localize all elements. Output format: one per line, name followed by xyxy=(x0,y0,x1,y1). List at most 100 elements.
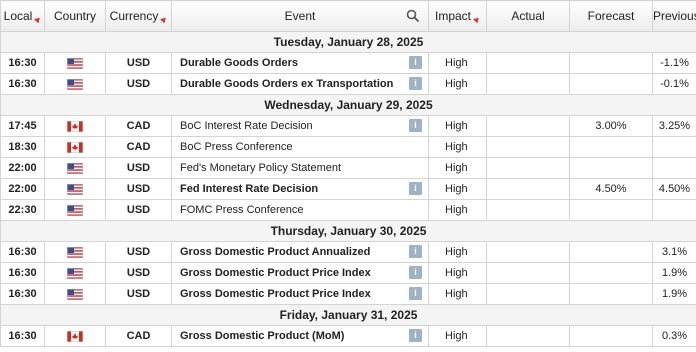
event-row[interactable]: 16:30 CAD Gross Domestic Product (MoM) i Hig… xyxy=(0,325,696,347)
event-name[interactable]: Gross Domestic Product (MoM) xyxy=(180,330,344,342)
search-icon[interactable] xyxy=(406,9,420,23)
event-name[interactable]: BoC Press Conference xyxy=(180,141,293,153)
event-row[interactable]: 18:30 CAD BoC Press Conference High xyxy=(0,136,696,158)
previous-label: Previous xyxy=(653,9,696,23)
country-flag-cell xyxy=(44,115,106,137)
currency-cell: USD xyxy=(105,199,172,221)
event-row[interactable]: 16:30 USD Gross Domestic Product Annualize… xyxy=(0,241,696,263)
event-cell[interactable]: BoC Interest Rate Decision i xyxy=(171,115,429,137)
impact-cell: High xyxy=(428,325,487,347)
us-flag-icon xyxy=(67,246,83,258)
event-name[interactable]: FOMC Press Conference xyxy=(180,204,303,216)
country-flag-cell xyxy=(44,241,106,263)
column-header-country: Country xyxy=(44,0,106,32)
previous-cell: 3.1% xyxy=(652,241,696,263)
us-flag-icon xyxy=(67,183,83,195)
event-row[interactable]: 17:45 CAD BoC Interest Rate Decision i High 3… xyxy=(0,115,696,137)
previous-cell: 3.25% xyxy=(652,115,696,137)
us-flag-icon xyxy=(67,78,83,90)
forecast-cell xyxy=(569,241,653,263)
event-cell[interactable]: Durable Goods Orders ex Transportation i xyxy=(171,73,429,95)
info-icon[interactable]: i xyxy=(409,329,422,342)
event-cell[interactable]: Gross Domestic Product Price Index i xyxy=(171,283,429,305)
currency-cell: USD xyxy=(105,178,172,200)
info-icon[interactable]: i xyxy=(409,287,422,300)
country-label: Country xyxy=(53,9,97,23)
time-cell: 17:45 xyxy=(0,115,45,137)
actual-cell xyxy=(486,52,570,74)
forecast-cell xyxy=(569,283,653,305)
column-header-local[interactable]: Local xyxy=(0,0,45,32)
sort-icon[interactable] xyxy=(34,15,43,24)
previous-cell: 1.9% xyxy=(652,262,696,284)
event-cell[interactable]: Gross Domestic Product Annualized i xyxy=(171,241,429,263)
impact-cell: High xyxy=(428,52,487,74)
time-cell: 22:00 xyxy=(0,157,45,179)
previous-cell: 1.9% xyxy=(652,283,696,305)
event-name[interactable]: Fed's Monetary Policy Statement xyxy=(180,162,341,174)
forecast-cell xyxy=(569,73,653,95)
info-icon[interactable]: i xyxy=(409,119,422,132)
event-row[interactable]: 16:30 USD Gross Domestic Product Price Ind… xyxy=(0,283,696,305)
event-row[interactable]: 16:30 USD Durable Goods Orders ex Transpor… xyxy=(0,73,696,95)
currency-cell: USD xyxy=(105,283,172,305)
canada-flag-icon xyxy=(67,120,83,132)
forecast-cell xyxy=(569,325,653,347)
event-row[interactable]: 22:00 USD Fed Interest Rate Decision i High 4… xyxy=(0,178,696,200)
event-name[interactable]: Gross Domestic Product Annualized xyxy=(180,246,370,258)
event-name[interactable]: Durable Goods Orders ex Transportation xyxy=(180,78,393,90)
impact-cell: High xyxy=(428,262,487,284)
date-header: Friday, January 31, 2025 xyxy=(0,304,696,326)
country-flag-cell xyxy=(44,283,106,305)
event-row[interactable]: 22:00 USD Fed's Monetary Policy Statement H… xyxy=(0,157,696,179)
info-icon[interactable]: i xyxy=(409,266,422,279)
currency-cell: CAD xyxy=(105,325,172,347)
event-name[interactable]: Gross Domestic Product Price Index xyxy=(180,267,371,279)
time-cell: 16:30 xyxy=(0,73,45,95)
column-header-impact[interactable]: Impact xyxy=(428,0,487,32)
event-cell[interactable]: Fed's Monetary Policy Statement xyxy=(171,157,429,179)
country-flag-cell xyxy=(44,73,106,95)
country-flag-cell xyxy=(44,178,106,200)
event-cell[interactable]: Gross Domestic Product (MoM) i xyxy=(171,325,429,347)
event-row[interactable]: 16:30 USD Durable Goods Orders i High -1.1% xyxy=(0,52,696,74)
sort-icon[interactable] xyxy=(160,15,169,24)
forecast-cell xyxy=(569,199,653,221)
actual-cell xyxy=(486,283,570,305)
event-name[interactable]: Fed Interest Rate Decision xyxy=(180,183,318,195)
impact-cell: High xyxy=(428,283,487,305)
actual-cell xyxy=(486,157,570,179)
sort-icon[interactable] xyxy=(473,15,481,24)
previous-cell: -1.1% xyxy=(652,52,696,74)
actual-cell xyxy=(486,115,570,137)
event-name[interactable]: BoC Interest Rate Decision xyxy=(180,120,313,132)
column-header-currency[interactable]: Currency xyxy=(105,0,172,32)
time-cell: 16:30 xyxy=(0,241,45,263)
actual-cell xyxy=(486,178,570,200)
info-icon[interactable]: i xyxy=(409,56,422,69)
event-row[interactable]: 16:30 USD Gross Domestic Product Price Ind… xyxy=(0,262,696,284)
date-row: Wednesday, January 29, 2025 xyxy=(0,94,696,116)
country-flag-cell xyxy=(44,199,106,221)
currency-label: Currency xyxy=(109,9,159,23)
event-cell[interactable]: Gross Domestic Product Price Index i xyxy=(171,262,429,284)
impact-cell: High xyxy=(428,178,487,200)
event-cell[interactable]: Durable Goods Orders i xyxy=(171,52,429,74)
event-cell[interactable]: BoC Press Conference xyxy=(171,136,429,158)
event-name[interactable]: Gross Domestic Product Price Index xyxy=(180,288,371,300)
currency-cell: USD xyxy=(105,52,172,74)
info-icon[interactable]: i xyxy=(409,245,422,258)
event-name[interactable]: Durable Goods Orders xyxy=(180,57,298,69)
canada-flag-icon xyxy=(67,141,83,153)
info-icon[interactable]: i xyxy=(409,77,422,90)
info-icon[interactable]: i xyxy=(409,182,422,195)
event-row[interactable]: 22:30 USD FOMC Press Conference High xyxy=(0,199,696,221)
date-row: Friday, January 31, 2025 xyxy=(0,304,696,326)
event-cell[interactable]: Fed Interest Rate Decision i xyxy=(171,178,429,200)
currency-cell: USD xyxy=(105,157,172,179)
actual-cell xyxy=(486,73,570,95)
column-header-event: Event xyxy=(171,0,429,32)
forecast-cell xyxy=(569,52,653,74)
currency-cell: CAD xyxy=(105,115,172,137)
event-cell[interactable]: FOMC Press Conference xyxy=(171,199,429,221)
